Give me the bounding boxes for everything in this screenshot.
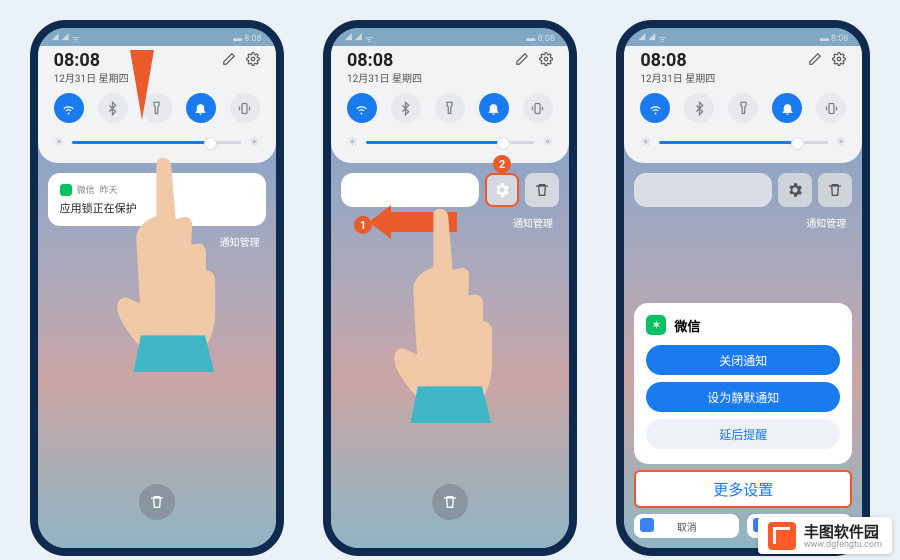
phone-step-3: ◢◢ᯤ ▬ 8:08 08:08 12月31日 星期四 [616, 20, 870, 556]
qs-vibrate[interactable] [230, 93, 260, 123]
sheet-app-name: 微信 [674, 316, 700, 335]
notification-shade: 08:08 12月31日 星期四 ☀ [38, 46, 276, 163]
status-bar: ◢◢ᯤ ▬ 8:08 [38, 28, 276, 46]
phone-step-2: ◢◢ᯤ ▬ 8:08 08:08 12月31日 星期四 [323, 20, 577, 556]
wallpaper: ◢◢ᯤ ▬ 8:08 08:08 12月31日 星期四 [38, 28, 276, 548]
notification-card-swiped[interactable] [341, 173, 479, 207]
wechat-icon [60, 184, 72, 196]
shade-clock: 08:08 [54, 52, 129, 70]
edit-icon[interactable] [222, 52, 236, 66]
notification-shade: 08:08 12月31日 星期四 ☀☀ [331, 46, 569, 163]
edit-icon[interactable] [808, 52, 822, 66]
brightness-slider[interactable]: ☀☀ [341, 127, 559, 153]
swipe-down-arrow [130, 50, 154, 120]
notification-delete-button[interactable] [525, 173, 559, 207]
qs-bell[interactable] [186, 93, 216, 123]
status-bar: ◢◢ᯤ ▬ 8:08 [624, 28, 862, 46]
wallpaper: ◢◢ᯤ ▬ 8:08 08:08 12月31日 星期四 [331, 28, 569, 548]
notification-settings-button[interactable] [778, 173, 812, 207]
notif-app-name: 微信 [77, 183, 95, 196]
qs-bell[interactable] [772, 93, 802, 123]
qs-wifi[interactable] [54, 93, 84, 123]
qs-flashlight[interactable] [435, 93, 465, 123]
watermark-url: www.dgfengtu.com [804, 540, 882, 550]
qs-bluetooth[interactable] [391, 93, 421, 123]
brightness-high-icon: ☀ [249, 135, 260, 149]
hand-gesture-icon [383, 203, 493, 427]
phone-step-1: ◢◢ᯤ ▬ 8:08 08:08 12月31日 星期四 [30, 20, 284, 556]
hand-gesture-icon [106, 152, 216, 376]
status-bar: ◢◢ᯤ ▬ 8:08 [331, 28, 569, 46]
qs-bluetooth[interactable] [684, 93, 714, 123]
watermark-logo-icon [768, 522, 796, 550]
brightness-slider[interactable]: ☀ ☀ [48, 127, 266, 153]
qs-flashlight[interactable] [728, 93, 758, 123]
notification-shade: 08:08 12月31日 星期四 ☀☀ [624, 46, 862, 163]
qs-wifi[interactable] [640, 93, 670, 123]
quick-settings-row [48, 89, 266, 127]
wechat-icon: ✶ [646, 315, 666, 335]
notification-delete-button[interactable] [818, 173, 852, 207]
close-notification-button[interactable]: 关闭通知 [646, 345, 840, 375]
notification-card-swiped[interactable] [634, 173, 772, 207]
qs-bluetooth[interactable] [98, 93, 128, 123]
clear-all-button[interactable] [432, 484, 468, 520]
watermark: 丰图软件园 www.dgfengtu.com [758, 517, 892, 554]
settings-icon[interactable] [246, 52, 260, 66]
shade-date: 12月31日 星期四 [54, 70, 129, 85]
wallpaper: ◢◢ᯤ ▬ 8:08 08:08 12月31日 星期四 [624, 28, 862, 548]
settings-icon[interactable] [832, 52, 846, 66]
qs-vibrate[interactable] [816, 93, 846, 123]
silent-notification-button[interactable]: 设为静默通知 [646, 382, 840, 412]
settings-icon[interactable] [539, 52, 553, 66]
qs-wifi[interactable] [347, 93, 377, 123]
qs-bell[interactable] [479, 93, 509, 123]
watermark-title: 丰图软件园 [804, 521, 882, 542]
edit-icon[interactable] [515, 52, 529, 66]
wifi-status-icon: ᯤ [72, 32, 80, 45]
notification-settings-button[interactable] [485, 173, 519, 207]
action-sheet: ✶ 微信 关闭通知 设为静默通知 延后提醒 更多设置 取消 取消 [624, 293, 862, 548]
more-settings-button[interactable]: 更多设置 [634, 470, 852, 508]
qs-vibrate[interactable] [523, 93, 553, 123]
delay-notification-button[interactable]: 延后提醒 [646, 419, 840, 449]
step-badge-2: 2 [493, 155, 511, 173]
brightness-low-icon: ☀ [54, 135, 65, 149]
brightness-slider[interactable]: ☀☀ [634, 127, 852, 153]
cancel-button-left[interactable]: 取消 [634, 514, 739, 538]
clear-all-button[interactable] [139, 484, 175, 520]
notification-management-link[interactable]: 通知管理 [634, 207, 852, 232]
